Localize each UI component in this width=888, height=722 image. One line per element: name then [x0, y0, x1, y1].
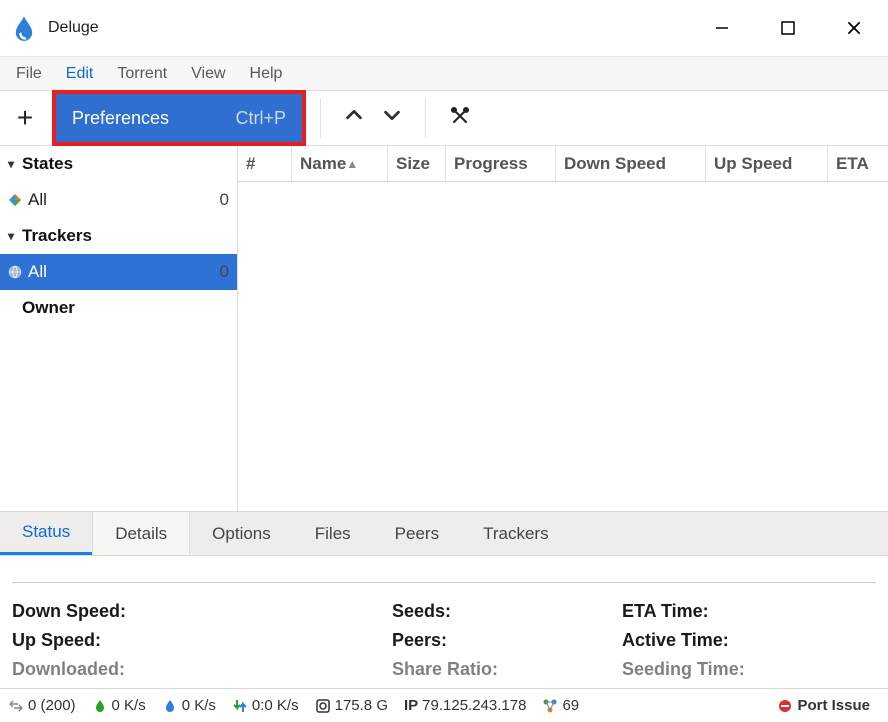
menu-file[interactable]: File: [4, 57, 54, 90]
column-headers: # Name Size Progress Down Speed Up Speed…: [238, 146, 888, 182]
status-disk[interactable]: 175.8 G: [315, 697, 388, 714]
chevron-down-icon: [381, 106, 403, 131]
deluge-logo-icon: [10, 14, 38, 42]
menu-edit[interactable]: Edit: [54, 57, 106, 90]
queue-up-button[interactable]: [335, 104, 373, 132]
tab-trackers[interactable]: Trackers: [461, 512, 571, 555]
column-number[interactable]: #: [238, 146, 292, 181]
column-name[interactable]: Name: [292, 146, 388, 181]
label-peers: Peers:: [392, 630, 622, 651]
menu-view[interactable]: View: [179, 57, 237, 90]
menu-bar: File Edit Torrent View Help: [0, 56, 888, 90]
minimize-button[interactable]: [708, 14, 736, 42]
globe-icon: [6, 263, 24, 281]
ip-label: IP: [404, 697, 418, 714]
plus-icon: +: [17, 102, 33, 133]
label-down-speed: Down Speed:: [12, 601, 392, 622]
down-rate-icon: [92, 698, 108, 714]
all-states-icon: [6, 191, 24, 209]
preferences-shortcut: Ctrl+P: [235, 108, 286, 129]
tab-files[interactable]: Files: [293, 512, 373, 555]
tab-peers[interactable]: Peers: [373, 512, 461, 555]
preferences-menu-item[interactable]: Preferences Ctrl+P: [56, 94, 302, 142]
sidebar-item-states-all[interactable]: All 0: [0, 182, 237, 218]
protocol-icon: [232, 698, 248, 714]
close-button[interactable]: [840, 14, 868, 42]
status-detail-panel: Down Speed: Seeds: ETA Time: Up Speed: P…: [0, 555, 888, 688]
menu-torrent[interactable]: Torrent: [105, 57, 179, 90]
status-protocol-rate[interactable]: 0:0 K/s: [232, 697, 299, 714]
disk-icon: [315, 698, 331, 714]
label-downloaded: Downloaded:: [12, 659, 392, 680]
up-rate-icon: [162, 698, 178, 714]
tab-options[interactable]: Options: [190, 512, 293, 555]
tab-details[interactable]: Details: [92, 512, 190, 555]
status-connections[interactable]: 0 (200): [8, 697, 76, 714]
column-size[interactable]: Size: [388, 146, 446, 181]
queue-down-button[interactable]: [373, 104, 411, 132]
status-down-rate[interactable]: 0 K/s: [92, 697, 146, 714]
status-dht[interactable]: 69: [542, 697, 579, 714]
toolbar: + Preferences Ctrl+P: [0, 90, 888, 146]
label-seeds: Seeds:: [392, 601, 622, 622]
preferences-highlight: Preferences Ctrl+P: [52, 90, 306, 146]
toolbar-separator: [425, 98, 426, 138]
sidebar-item-trackers-all[interactable]: All 0: [0, 254, 237, 290]
label-eta-time: ETA Time:: [622, 601, 876, 622]
sidebar-group-states[interactable]: ▾ States: [0, 146, 237, 182]
connections-icon: [8, 698, 24, 714]
torrent-list-panel: # Name Size Progress Down Speed Up Speed…: [238, 146, 888, 511]
dht-icon: [542, 698, 558, 714]
window-title: Deluge: [48, 19, 708, 37]
port-issue-icon: [777, 698, 793, 714]
column-up-speed[interactable]: Up Speed: [706, 146, 828, 181]
title-bar: Deluge: [0, 0, 888, 56]
torrent-list-empty: [238, 182, 888, 511]
toolbar-separator: [320, 98, 321, 138]
tab-status[interactable]: Status: [0, 512, 92, 555]
add-torrent-button[interactable]: +: [0, 102, 50, 134]
sidebar: ▾ States All 0 ▾ Trackers All 0 ▾ Owner: [0, 146, 238, 511]
chevron-up-icon: [343, 106, 365, 131]
preferences-label: Preferences: [72, 108, 169, 129]
label-active-time: Active Time:: [622, 630, 876, 651]
status-port-issue[interactable]: Port Issue: [777, 697, 870, 714]
maximize-button[interactable]: [774, 14, 802, 42]
column-eta[interactable]: ETA: [828, 146, 888, 181]
preferences-button[interactable]: [440, 106, 480, 130]
column-progress[interactable]: Progress: [446, 146, 556, 181]
label-share-ratio: Share Ratio:: [392, 659, 622, 680]
menu-help[interactable]: Help: [238, 57, 295, 90]
caret-down-icon: ▾: [8, 157, 22, 171]
sidebar-group-trackers[interactable]: ▾ Trackers: [0, 218, 237, 254]
label-up-speed: Up Speed:: [12, 630, 392, 651]
tools-icon: [448, 106, 472, 130]
status-ip[interactable]: IP 79.125.243.178: [404, 697, 526, 714]
column-down-speed[interactable]: Down Speed: [556, 146, 706, 181]
detail-tabs: Status Details Options Files Peers Track…: [0, 511, 888, 555]
label-seeding-time: Seeding Time:: [622, 659, 876, 680]
sidebar-group-owner[interactable]: ▾ Owner: [0, 290, 237, 326]
status-up-rate[interactable]: 0 K/s: [162, 697, 216, 714]
status-bar: 0 (200) 0 K/s 0 K/s 0:0 K/s 175.8 G IP 7…: [0, 688, 888, 722]
caret-down-icon: ▾: [8, 229, 22, 243]
